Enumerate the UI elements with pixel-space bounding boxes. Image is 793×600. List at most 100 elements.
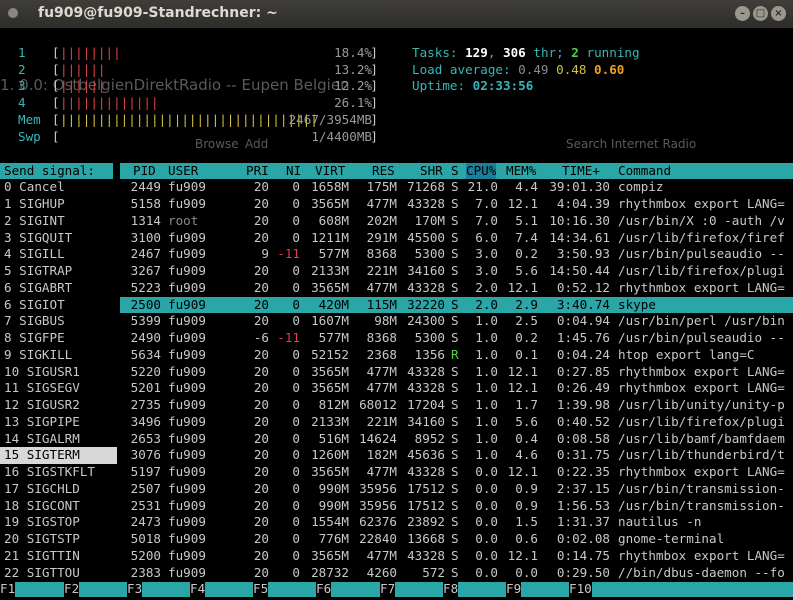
table-row[interactable]: 0 Cancel 2449 fu909 20 0 1658M 175M 71268 S 21.0 4…	[0, 179, 793, 196]
table-row[interactable]: 1 SIGHUP 5158 fu909 20 0 3565M 477M 43328 S 7.0 12…	[0, 196, 793, 213]
process-row[interactable]: 5220 fu909 20 0 3565M 477M 43328 S 1.0 12.1 0:27.8…	[0, 364, 793, 381]
col-user[interactable]: USER	[168, 163, 198, 180]
table-row[interactable]: 12 SIGUSR2 2735 fu909 20 0 812M 68012 17204 S 1.0…	[0, 397, 793, 414]
fkey-f9-label[interactable]	[521, 582, 569, 597]
htop-terminal[interactable]: 1. 0.0: OstbelgienDirektRadio -- Eupen B…	[0, 28, 793, 600]
fkey-f3[interactable]: F3	[127, 581, 142, 598]
fkey-f10-label[interactable]	[591, 582, 793, 597]
process-row[interactable]: 2473 fu909 20 0 1554M 62376 23892 S 0.0 1.5 1:31.3…	[0, 514, 793, 531]
col-shr[interactable]: SHR	[420, 163, 443, 180]
table-row[interactable]: 2 SIGINT 1314 root 20 0 608M 202M 170M S 7.0 5.1 10…	[0, 213, 793, 230]
col-res[interactable]: RES	[372, 163, 395, 180]
process-row[interactable]: 2490 fu909 -6 -11 577M 8368 5300 S 1.0 0.2 1:45.76…	[0, 330, 793, 347]
pri-cell: 20	[253, 279, 269, 295]
meter-value: 18.4%	[334, 44, 372, 60]
process-row[interactable]: 3267 fu909 20 0 2133M 221M 34160 S 3.0 5.6 14:50.4…	[0, 263, 793, 280]
process-row[interactable]: 5399 fu909 20 0 1607M 98M 24300 S 1.0 2.5 0:04.94 /…	[0, 313, 793, 330]
col-ni[interactable]: NI	[286, 163, 301, 180]
table-row[interactable]: 15 SIGTERM 3076 fu909 20 0 1260M 182M 45636 S 1.0…	[0, 447, 793, 464]
table-row[interactable]: 19 SIGSTOP 2473 fu909 20 0 1554M 62376 23892 S 0.…	[0, 514, 793, 531]
fkey-f7-label[interactable]	[395, 582, 443, 597]
fkey-f8-label[interactable]	[458, 582, 506, 597]
fkey-f4-label[interactable]	[205, 582, 253, 597]
signal-item[interactable]: 6 SIGIOT	[0, 297, 117, 314]
table-row[interactable]: 7 SIGBUS 5399 fu909 20 0 1607M 98M 24300 S 1.0 2.5…	[0, 313, 793, 330]
fkey-f4[interactable]: F4	[190, 581, 205, 598]
fkey-f1-label[interactable]	[15, 582, 64, 597]
process-row[interactable]: 3076 fu909 20 0 1260M 182M 45636 S 1.0 4.6 0:31.75…	[0, 447, 793, 464]
table-row[interactable]: 22 SIGTTOU 2383 fu909 20 0 28732 4260 572 S 0.0 0.…	[0, 565, 793, 582]
fkey-f7[interactable]: F7	[380, 581, 395, 598]
process-row[interactable]: 1314 root 20 0 608M 202M 170M S 7.0 5.1 10:16.30/u…	[0, 213, 793, 230]
state-cell: S	[451, 313, 459, 329]
table-row[interactable]: 11 SIGSEGV 5201 fu909 20 0 3565M 477M 43328 S 1.0…	[0, 380, 793, 397]
table-row[interactable]: 10 SIGUSR1 5220 fu909 20 0 3565M 477M 43328 S 1.0…	[0, 364, 793, 381]
table-row[interactable]: 18 SIGCONT 2531 fu909 20 0 990M 35956 17512 S 0.0…	[0, 498, 793, 515]
fkey-f5-label[interactable]	[268, 582, 316, 597]
process-row[interactable]: 3496 fu909 20 0 2133M 221M 34160 S 1.0 5.6 0:40.52…	[0, 414, 793, 431]
process-row[interactable]: 5018 fu909 20 0 776M 22840 13668 S 0.0 0.6 0:02.08…	[0, 531, 793, 548]
process-row[interactable]: 2449 fu909 20 0 1658M 175M 71268 S 21.0 4.4 39:01.…	[0, 179, 793, 196]
fkey-f8[interactable]: F8	[443, 581, 458, 598]
fkey-f6[interactable]: F6	[316, 581, 331, 598]
state-cell: S	[451, 564, 459, 580]
col-command[interactable]: Command	[618, 163, 671, 180]
table-row[interactable]: 9 SIGKILL 5634 fu909 20 0 52152 2368 1356 R 1.0 0.…	[0, 347, 793, 364]
process-row[interactable]: 2467 fu909 9 -11 577M 8368 5300 S 3.0 0.2 3:50.93 /…	[0, 246, 793, 263]
table-row[interactable]: 13 SIGPIPE 3496 fu909 20 0 2133M 221M 34160 S 1.0…	[0, 414, 793, 431]
table-row[interactable]: 6 SIGABRT 5223 fu909 20 0 3565M 477M 43328 S 2.0 1…	[0, 280, 793, 297]
title-bar[interactable]: fu909@fu909-Standrechner: ~ – □ ×	[0, 0, 793, 28]
col-pri[interactable]: PRI	[246, 163, 269, 180]
command-cell: gnome-terminal	[618, 531, 725, 546]
fkey-f1[interactable]: F1	[0, 581, 15, 598]
state-cell: S	[451, 380, 459, 396]
fkey-f2-label[interactable]	[79, 582, 127, 597]
minimize-icon[interactable]: –	[735, 6, 750, 21]
col-pid[interactable]: PID	[133, 163, 156, 180]
table-row[interactable]: 4 SIGILL 2467 fu909 9 -11 577M 8368 5300 S 3.0 0.2…	[0, 246, 793, 263]
process-row[interactable]: 5158 fu909 20 0 3565M 477M 43328 S 7.0 12.1 4:04.3…	[0, 196, 793, 213]
table-row[interactable]: 16 SIGSTKFLT 5197 fu909 20 0 3565M 477M 43328 S 0…	[0, 464, 793, 481]
fkey-f9[interactable]: F9	[506, 581, 521, 598]
table-row[interactable]: 5 SIGTRAP 3267 fu909 20 0 2133M 221M 34160 S 3.0 5…	[0, 263, 793, 280]
col-time[interactable]: TIME+	[562, 163, 600, 180]
pid-cell: 5200	[130, 547, 161, 563]
process-row[interactable]: 2735 fu909 20 0 812M 68012 17204 S 1.0 1.7 1:39.98…	[0, 397, 793, 414]
pid-cell: 5399	[130, 313, 161, 329]
fkey-f5[interactable]: F5	[253, 581, 268, 598]
process-row[interactable]: 5201 fu909 20 0 3565M 477M 43328 S 1.0 12.1 0:26.4…	[0, 380, 793, 397]
table-row[interactable]: 20 SIGTSTP 5018 fu909 20 0 776M 22840 13668 S 0.0…	[0, 531, 793, 548]
table-row[interactable]: 21 SIGTTIN 5200 fu909 20 0 3565M 477M 43328 S 0.0…	[0, 548, 793, 565]
res-cell: 202M	[366, 212, 397, 228]
process-row[interactable]: 2531 fu909 20 0 990M 35956 17512 S 0.0 0.9 1:56.53…	[0, 498, 793, 515]
process-row[interactable]: 2507 fu909 20 0 990M 35956 17512 S 0.0 0.9 2:37.15…	[0, 481, 793, 498]
table-row[interactable]: 8 SIGFPE 2490 fu909 -6 -11 577M 8368 5300 S 1.0 0.…	[0, 330, 793, 347]
col-state[interactable]: S	[451, 163, 459, 180]
table-row[interactable]: 3 SIGQUIT 3100 fu909 20 0 1211M 291M 45500 S 6.0 7…	[0, 230, 793, 247]
table-row[interactable]: 17 SIGCHLD 2507 fu909 20 0 990M 35956 17512 S 0.0…	[0, 481, 793, 498]
fkey-f2[interactable]: F2	[64, 581, 79, 598]
process-row-selected[interactable]: 2500 fu909 20 0 420M 115M 32220 S 2.0 2.9 3:40.74 s…	[120, 296, 793, 314]
process-row[interactable]: 5200 fu909 20 0 3565M 477M 43328 S 0.0 12.1 0:14.7…	[0, 548, 793, 565]
fkey-f10[interactable]: F10	[569, 581, 592, 598]
process-row[interactable]: 3100 fu909 20 0 1211M 291M 45500 S 6.0 7.4 14:34.6…	[0, 230, 793, 247]
user-cell: fu909	[168, 179, 206, 195]
table-row[interactable]: 6 SIGIOT 2500 fu909 20 0 420M 115M 32220 S 2.0 2.9…	[0, 296, 793, 314]
process-row[interactable]: 5634 fu909 20 0 52152 2368 1356 R 1.0 0.1 0:04.24 h…	[0, 347, 793, 364]
process-row[interactable]: 5197 fu909 20 0 3565M 477M 43328 S 0.0 12.1 0:22.3…	[0, 464, 793, 481]
mem-cell: 4.4	[515, 179, 538, 195]
table-row[interactable]: 14 SIGALRM 2653 fu909 20 0 516M 14624 8952 S 1.0 0…	[0, 431, 793, 448]
fkey-f6-label[interactable]	[331, 582, 380, 597]
process-row[interactable]: 5223 fu909 20 0 3565M 477M 43328 S 2.0 12.1 0:52.1…	[0, 280, 793, 297]
user-cell: fu909	[168, 313, 206, 329]
cpu-cell: 0.0	[475, 564, 498, 580]
maximize-icon[interactable]: □	[753, 6, 768, 21]
close-icon[interactable]: ×	[771, 6, 786, 21]
fkey-f3-label[interactable]	[142, 582, 190, 597]
process-row[interactable]: 2383 fu909 20 0 28732 4260 572 S 0.0 0.0 0:29.50 //…	[0, 565, 793, 582]
col-mem[interactable]: MEM%	[506, 163, 536, 180]
col-cpu[interactable]: CPU%	[466, 162, 497, 180]
col-virt[interactable]: VIRT	[315, 163, 345, 180]
cpu-cell: 1.0	[475, 330, 498, 345]
process-row[interactable]: 2653 fu909 20 0 516M 14624 8952 S 1.0 0.4 0:08.58 /…	[0, 431, 793, 448]
